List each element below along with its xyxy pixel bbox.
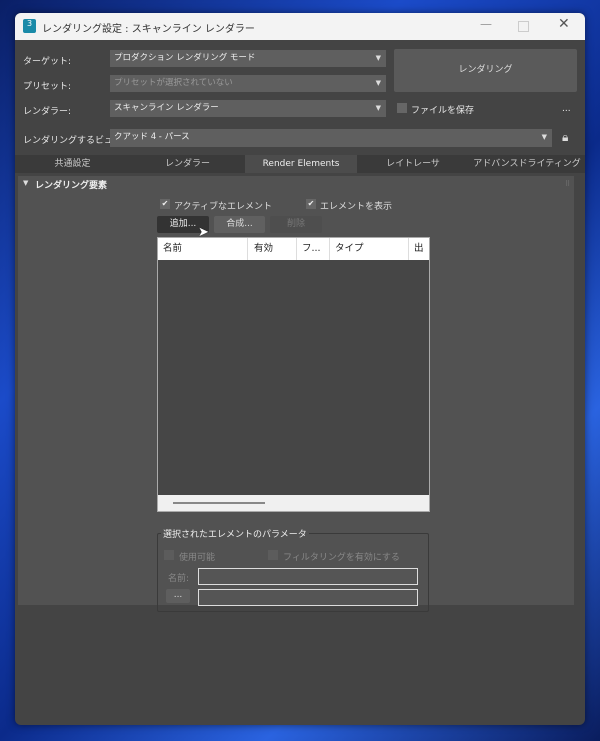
rollout-grip-icon: ⠿: [565, 180, 571, 188]
merge-button[interactable]: 合成...: [214, 216, 265, 233]
name-input[interactable]: [198, 568, 418, 585]
column-enabled[interactable]: 有効: [247, 238, 273, 260]
filtering-label: フィルタリングを有効にする: [283, 553, 400, 563]
list-header: 名前 有効 フ... タイプ 出: [158, 238, 429, 260]
horizontal-scrollbar[interactable]: [158, 495, 429, 511]
save-file-label: ファイルを保存: [411, 106, 475, 116]
column-filter[interactable]: フ...: [296, 238, 321, 260]
delete-button[interactable]: 削除: [270, 216, 322, 233]
close-button[interactable]: ✕: [558, 16, 570, 32]
tab-common[interactable]: 共通設定: [15, 155, 130, 173]
chevron-down-icon: ▼: [541, 133, 547, 141]
tab-renderer[interactable]: レンダラー: [130, 155, 245, 173]
maximize-button[interactable]: [518, 21, 529, 32]
tab-render-elements[interactable]: Render Elements: [245, 155, 357, 173]
more-button[interactable]: ...: [562, 104, 571, 114]
target-value: プロダクション レンダリング モード: [114, 53, 256, 63]
window-title: レンダリング設定 : スキャンライン レンダラー: [42, 24, 255, 35]
view-value: クアッド 4 - パース: [114, 132, 190, 142]
enabled-label: 使用可能: [179, 553, 216, 563]
show-elements-checkbox[interactable]: ✔: [306, 199, 316, 209]
show-elements-label: エレメントを表示: [320, 202, 393, 212]
name-label: 名前:: [168, 574, 190, 584]
preset-value: プリセットが選択されていない: [114, 78, 233, 88]
column-output[interactable]: 出: [408, 238, 424, 260]
column-name[interactable]: 名前: [163, 238, 182, 260]
scrollbar-thumb[interactable]: [173, 502, 265, 504]
tab-advanced-lighting[interactable]: アドバンスドライティング: [469, 155, 585, 173]
save-file-checkbox[interactable]: [397, 103, 407, 113]
target-label: ターゲット:: [23, 57, 72, 67]
renderer-value: スキャンライン レンダラー: [114, 103, 219, 113]
rollout-title[interactable]: レンダリング要素: [35, 178, 107, 191]
renderer-dropdown[interactable]: スキャンライン レンダラー ▼: [110, 100, 386, 117]
render-setup-window: 3 レンダリング設定 : スキャンライン レンダラー — ✕ ターゲット: プロ…: [15, 13, 585, 725]
chevron-down-icon: ▼: [375, 79, 381, 87]
minimize-button[interactable]: —: [480, 17, 492, 31]
filtering-checkbox[interactable]: [268, 550, 278, 560]
collapse-icon[interactable]: ▼: [23, 179, 28, 187]
enabled-checkbox[interactable]: [164, 550, 174, 560]
elements-list[interactable]: 名前 有効 フ... タイプ 出: [157, 237, 430, 512]
path-input[interactable]: [198, 589, 418, 606]
params-title: 選択されたエレメントのパラメータ: [161, 527, 309, 540]
target-dropdown[interactable]: プロダクション レンダリング モード ▼: [110, 50, 386, 67]
title-bar: 3 レンダリング設定 : スキャンライン レンダラー — ✕: [15, 13, 585, 40]
selected-element-params-group: 選択されたエレメントのパラメータ 使用可能 フィルタリングを有効にする 名前: …: [157, 527, 429, 612]
chevron-down-icon: ▼: [375, 104, 381, 112]
active-elements-checkbox[interactable]: ✔: [160, 199, 170, 209]
preset-dropdown[interactable]: プリセットが選択されていない ▼: [110, 75, 386, 92]
preset-label: プリセット:: [23, 82, 72, 92]
tab-raytracer[interactable]: レイトレーサ: [357, 155, 469, 173]
column-type[interactable]: タイプ: [329, 238, 364, 260]
view-dropdown[interactable]: クアッド 4 - パース ▼: [110, 129, 552, 147]
browse-button[interactable]: ...: [166, 589, 190, 603]
renderer-label: レンダラー:: [23, 107, 72, 117]
render-button[interactable]: レンダリング: [394, 49, 577, 92]
app-icon: 3: [23, 19, 36, 33]
render-elements-rollout: ▼ レンダリング要素 ✔ アクティブなエレメント ✔ エレメントを表示 追加..…: [18, 176, 574, 612]
active-elements-label: アクティブなエレメント: [174, 202, 273, 212]
lock-icon[interactable]: 🔒︎: [562, 130, 568, 145]
chevron-down-icon: ▼: [375, 54, 381, 62]
